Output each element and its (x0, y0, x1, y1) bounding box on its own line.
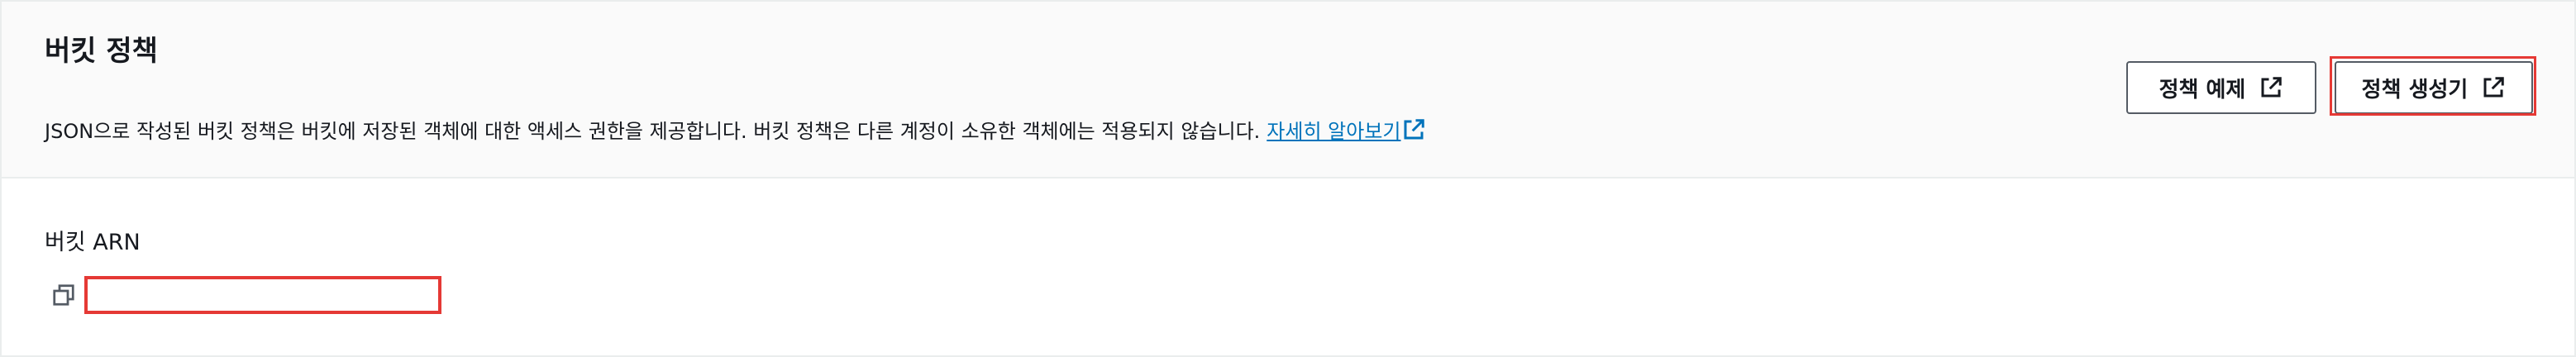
bucket-arn-label: 버킷 ARN (45, 230, 141, 255)
learn-more-label: 자세히 알아보기 (1267, 120, 1401, 143)
external-link-icon (2481, 75, 2506, 100)
external-link-icon (2259, 75, 2283, 100)
policy-examples-label: 정책 예제 (2159, 77, 2246, 102)
policy-examples-button[interactable]: 정책 예제 (2126, 61, 2316, 114)
bucket-arn-value (84, 276, 441, 314)
policy-generator-button[interactable]: 정책 생성기 (2335, 61, 2533, 114)
external-link-icon (1401, 117, 1426, 150)
learn-more-link[interactable]: 자세히 알아보기 (1267, 119, 1425, 143)
copy-icon[interactable] (51, 283, 76, 307)
description-text: JSON으로 작성된 버킷 정책은 버킷에 저장된 객체에 대한 액세스 권한을… (45, 117, 1426, 150)
policy-generator-label: 정책 생성기 (2361, 77, 2469, 102)
bucket-policy-panel: 버킷 정책 JSON으로 작성된 버킷 정책은 버킷에 저장된 객체에 대한 액… (0, 0, 2576, 357)
page-title: 버킷 정책 (45, 35, 158, 68)
panel-header: 버킷 정책 JSON으로 작성된 버킷 정책은 버킷에 저장된 객체에 대한 액… (2, 2, 2574, 178)
description-body: JSON으로 작성된 버킷 정책은 버킷에 저장된 객체에 대한 액세스 권한을… (45, 120, 1261, 143)
